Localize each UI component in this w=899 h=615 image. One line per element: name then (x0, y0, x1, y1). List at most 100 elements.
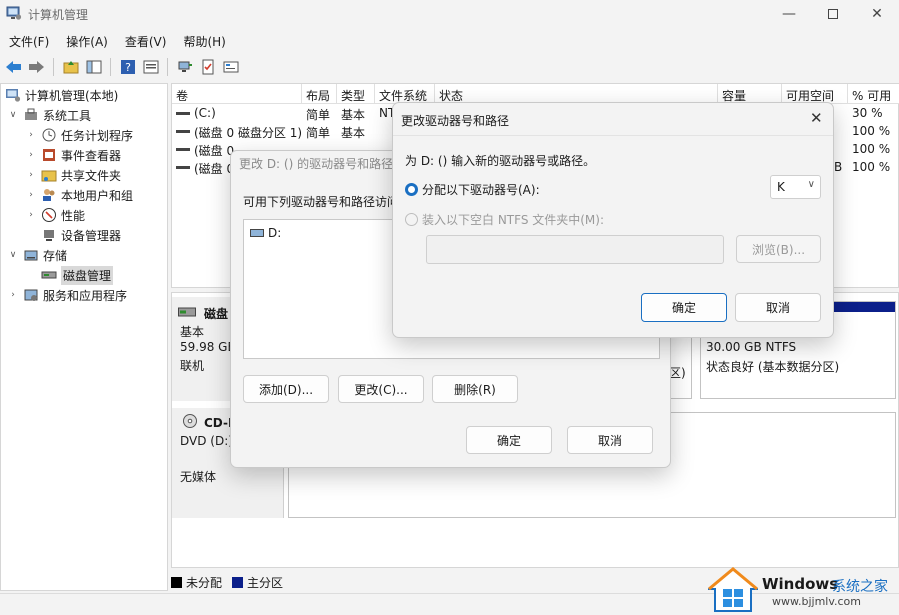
close-dialog-button[interactable]: ✕ (810, 109, 823, 127)
menu-bar: 文件(F) 操作(A) 查看(V) 帮助(H) (0, 30, 234, 52)
drive-paths-dialog-title: 更改 D: () 的驱动器号和路径 (239, 157, 394, 171)
chevron-right-icon[interactable]: › (25, 130, 37, 140)
col-percent-free[interactable]: % 可用 (848, 84, 899, 104)
tree-item-label: 系统工具 (43, 108, 92, 123)
col-volume[interactable]: 卷 (172, 84, 302, 104)
chevron-right-icon[interactable]: › (25, 190, 37, 200)
up-folder-icon (63, 61, 78, 74)
tree-item-local-users[interactable]: › 本地用户和组 (25, 185, 133, 205)
col-filesystem[interactable]: 文件系统 (375, 84, 435, 104)
computer-management-icon (6, 89, 21, 102)
volume-icon (176, 112, 190, 115)
chevron-down-icon[interactable]: ∨ (7, 250, 19, 260)
col-layout[interactable]: 布局 (302, 84, 337, 104)
chevron-right-icon[interactable]: › (25, 150, 37, 160)
cell-percent: 30 % (852, 106, 883, 120)
list-header: 卷 布局 类型 文件系统 状态 容量 可用空间 % 可用 (172, 84, 899, 104)
partition-status: 状态良好 (基本数据分区) (706, 360, 840, 374)
forward-button[interactable] (27, 58, 46, 77)
tree-item-event-viewer[interactable]: › 事件查看器 (25, 145, 121, 165)
tree-item-disk-management[interactable]: 磁盘管理 (41, 265, 114, 285)
drive-letter-select[interactable]: K ∨ (770, 175, 821, 199)
toolbar: ? (0, 54, 899, 80)
folder-path-input[interactable] (426, 235, 724, 264)
col-free-space[interactable]: 可用空间 (782, 84, 848, 104)
radio-unselected-icon[interactable] (405, 213, 418, 226)
performance-icon (42, 208, 56, 222)
watermark-url: www.bjjmlv.com (772, 595, 861, 608)
show-hide-tree-button[interactable] (84, 58, 103, 77)
col-status[interactable]: 状态 (435, 84, 718, 104)
volume-icon (176, 148, 190, 151)
tree-item-services[interactable]: › 服务和应用程序 (7, 285, 127, 305)
tree-item-label: 计算机管理(本地) (25, 88, 119, 103)
drive-icon (250, 229, 264, 237)
watermark-site-name: 系统之家 (832, 579, 888, 595)
assign-letter-option[interactable]: 分配以下驱动器号(A): (405, 181, 540, 198)
remove-button[interactable]: 删除(R) (432, 375, 518, 403)
legend-primary-swatch (232, 576, 244, 588)
tree-item-shared-folders[interactable]: › 共享文件夹 (25, 165, 121, 185)
cancel-button[interactable]: 取消 (567, 426, 653, 454)
cell-volume: (磁盘 0 磁盘分区 1) (194, 126, 303, 140)
svg-text:?: ? (125, 61, 131, 74)
tree-item-device-manager[interactable]: 设备管理器 (41, 225, 121, 245)
volume-icon (176, 130, 190, 133)
list-item[interactable]: D: (250, 226, 281, 240)
tree-item-system-tools[interactable]: ∨ 系统工具 (7, 105, 91, 125)
divider (393, 135, 833, 136)
window-title: 计算机管理 (28, 8, 89, 22)
browse-button[interactable]: 浏览(B)... (736, 235, 821, 263)
maximize-button[interactable] (810, 0, 856, 28)
change-drive-letter-dialog: 更改驱动器号和路径 ✕ 为 D: () 输入新的驱动器号或路径。 分配以下驱动器… (392, 102, 834, 338)
tree-item-label: 事件查看器 (61, 148, 122, 163)
menu-action[interactable]: 操作(A) (57, 30, 116, 52)
mount-folder-option[interactable]: 装入以下空白 NTFS 文件夹中(M): (405, 211, 604, 228)
properties-button[interactable] (141, 58, 160, 77)
cell-volume: (C:) (194, 106, 216, 120)
tree-item-root[interactable]: 计算机管理(本地) (5, 85, 118, 105)
disk-0-name: 磁盘 (204, 307, 229, 321)
chevron-right-icon[interactable]: › (25, 170, 37, 180)
services-icon (24, 289, 38, 301)
back-icon (6, 61, 21, 73)
volume-icon (176, 166, 190, 169)
tree-item-performance[interactable]: › 性能 (25, 205, 85, 225)
cancel-button[interactable]: 取消 (735, 293, 821, 322)
col-capacity[interactable]: 容量 (718, 84, 782, 104)
radio-selected-icon[interactable] (405, 183, 418, 196)
minimize-button[interactable]: — (766, 0, 812, 28)
ok-button[interactable]: 确定 (641, 293, 727, 322)
connect-icon (178, 61, 192, 72)
add-button[interactable]: 添加(D)... (243, 375, 329, 403)
menu-view[interactable]: 查看(V) (116, 30, 175, 52)
chevron-right-icon[interactable]: › (7, 290, 19, 300)
col-type[interactable]: 类型 (337, 84, 375, 104)
chevron-right-icon[interactable]: › (25, 210, 37, 220)
show-hide-tree-icon (86, 60, 101, 74)
change-button[interactable]: 更改(C)... (338, 375, 424, 403)
chevron-down-icon: ∨ (807, 179, 815, 190)
legend-unallocated-swatch (171, 576, 182, 588)
checklist-icon (202, 59, 213, 75)
chevron-down-icon[interactable]: ∨ (7, 110, 19, 120)
tree-item-label: 服务和应用程序 (43, 288, 128, 303)
help-button[interactable]: ? (118, 58, 137, 77)
back-button[interactable] (4, 58, 23, 77)
console-button[interactable] (221, 58, 240, 77)
tree-item-task-scheduler[interactable]: › 任务计划程序 (25, 125, 133, 145)
tree-item-label: 存储 (43, 248, 68, 263)
menu-help[interactable]: 帮助(H) (174, 30, 233, 52)
close-window-button[interactable]: ✕ (854, 0, 899, 28)
up-folder-button[interactable] (61, 58, 80, 77)
menu-file[interactable]: 文件(F) (0, 30, 57, 52)
connect-button[interactable] (175, 58, 194, 77)
cell-volume: (磁盘 0 (194, 162, 235, 176)
checklist-button[interactable] (198, 58, 217, 77)
ok-button[interactable]: 确定 (466, 426, 552, 454)
cdrom-drive: DVD (D:) (180, 434, 233, 448)
tree-item-storage[interactable]: ∨ 存储 (7, 245, 67, 265)
close-icon: ✕ (810, 109, 823, 127)
legend: 未分配 主分区 (171, 572, 283, 592)
cdrom-name: CD-I (204, 416, 233, 430)
